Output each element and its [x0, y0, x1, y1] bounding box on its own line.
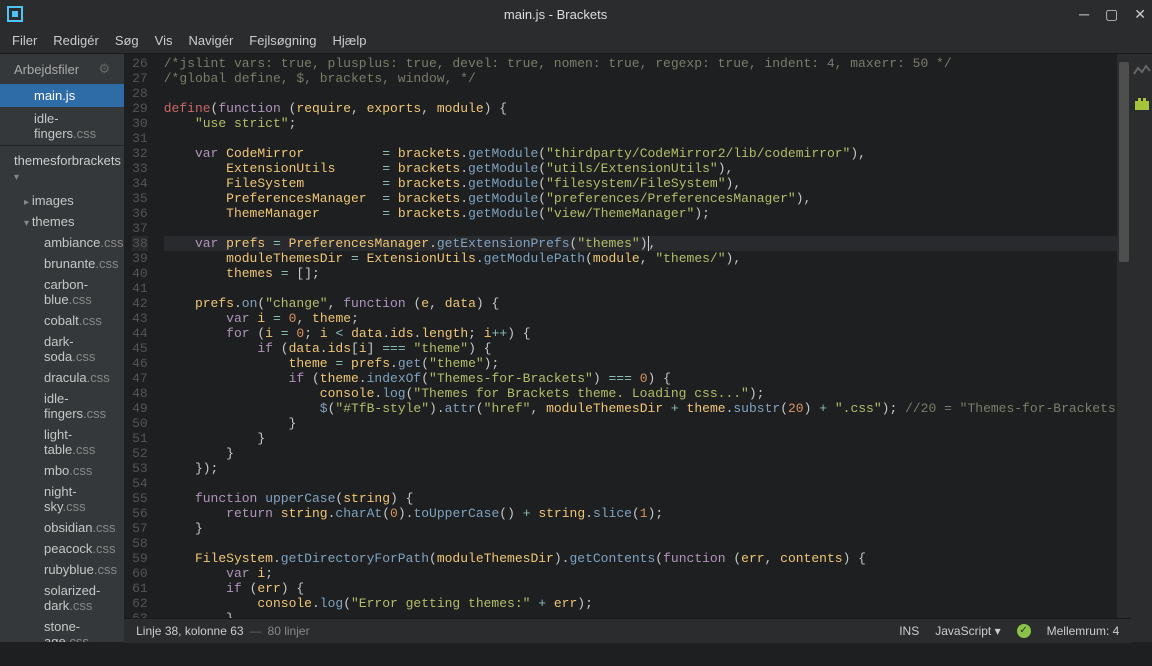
line-gutter: 2627282930313233343536373839404142434445… [124, 54, 158, 643]
file-item[interactable]: dark-soda.css [0, 331, 124, 367]
cursor-position: Linje 38, kolonne 63 [136, 624, 243, 638]
project-dropdown[interactable]: themesforbrackets [0, 145, 124, 190]
window-title: main.js - Brackets [32, 7, 1079, 22]
menubar: Filer Redigér Søg Vis Navigér Fejlsøgnin… [0, 28, 1152, 54]
file-item[interactable]: solarized-dark.css [0, 580, 124, 616]
folder-item[interactable]: images [0, 190, 124, 211]
maximize-button[interactable]: ▢ [1105, 6, 1118, 23]
working-files-header: Arbejdsfiler ⚙ [0, 54, 124, 84]
menu-vis[interactable]: Vis [155, 33, 173, 48]
status-ok-icon[interactable]: ✓ [1017, 624, 1031, 638]
indent-mode[interactable]: Mellemrum: 4 [1047, 624, 1120, 638]
gear-icon[interactable]: ⚙ [98, 61, 110, 77]
file-item[interactable]: mbo.css [0, 460, 124, 481]
titlebar: main.js - Brackets ─ ▢ ✕ [0, 0, 1152, 28]
folder-item[interactable]: themes [0, 211, 124, 232]
extension-manager-icon[interactable] [1133, 97, 1151, 116]
menu-naviger[interactable]: Navigér [188, 33, 233, 48]
vertical-scrollbar[interactable] [1117, 54, 1131, 643]
file-item[interactable]: obsidian.css [0, 517, 124, 538]
menu-filer[interactable]: Filer [12, 33, 37, 48]
code-content[interactable]: /*jslint vars: true, plusplus: true, dev… [158, 54, 1132, 643]
right-toolbar [1131, 54, 1152, 642]
file-item[interactable]: idle-fingers.css [0, 388, 124, 424]
app-icon [6, 5, 24, 23]
file-item[interactable]: carbon-blue.css [0, 274, 124, 310]
working-file[interactable]: idle-fingers.css [0, 107, 124, 145]
menu-hjaelp[interactable]: Hjælp [332, 33, 366, 48]
insert-mode[interactable]: INS [899, 624, 919, 638]
menu-sog[interactable]: Søg [115, 33, 139, 48]
statusbar: Linje 38, kolonne 63 — 80 linjer INS Jav… [124, 618, 1131, 642]
working-file[interactable]: main.js [0, 84, 124, 107]
file-item[interactable]: stone-age.css [0, 616, 124, 642]
file-item[interactable]: peacock.css [0, 538, 124, 559]
line-count: 80 linjer [268, 624, 310, 638]
live-preview-icon[interactable] [1133, 64, 1151, 83]
file-item[interactable]: brunante.css [0, 253, 124, 274]
file-item[interactable]: rubyblue.css [0, 559, 124, 580]
file-item[interactable]: dracula.css [0, 367, 124, 388]
file-item[interactable]: cobalt.css [0, 310, 124, 331]
menu-rediger[interactable]: Redigér [53, 33, 99, 48]
menu-fejlsogning[interactable]: Fejlsøgning [249, 33, 316, 48]
file-item[interactable]: night-sky.css [0, 481, 124, 517]
file-item[interactable]: light-table.css [0, 424, 124, 460]
editor[interactable]: 2627282930313233343536373839404142434445… [124, 54, 1131, 642]
language-mode[interactable]: JavaScript ▾ [935, 624, 1000, 638]
file-item[interactable]: ambiance.css [0, 232, 124, 253]
minimize-button[interactable]: ─ [1079, 6, 1089, 23]
close-button[interactable]: ✕ [1134, 6, 1146, 23]
sidebar: Arbejdsfiler ⚙ main.jsidle-fingers.css t… [0, 54, 124, 642]
